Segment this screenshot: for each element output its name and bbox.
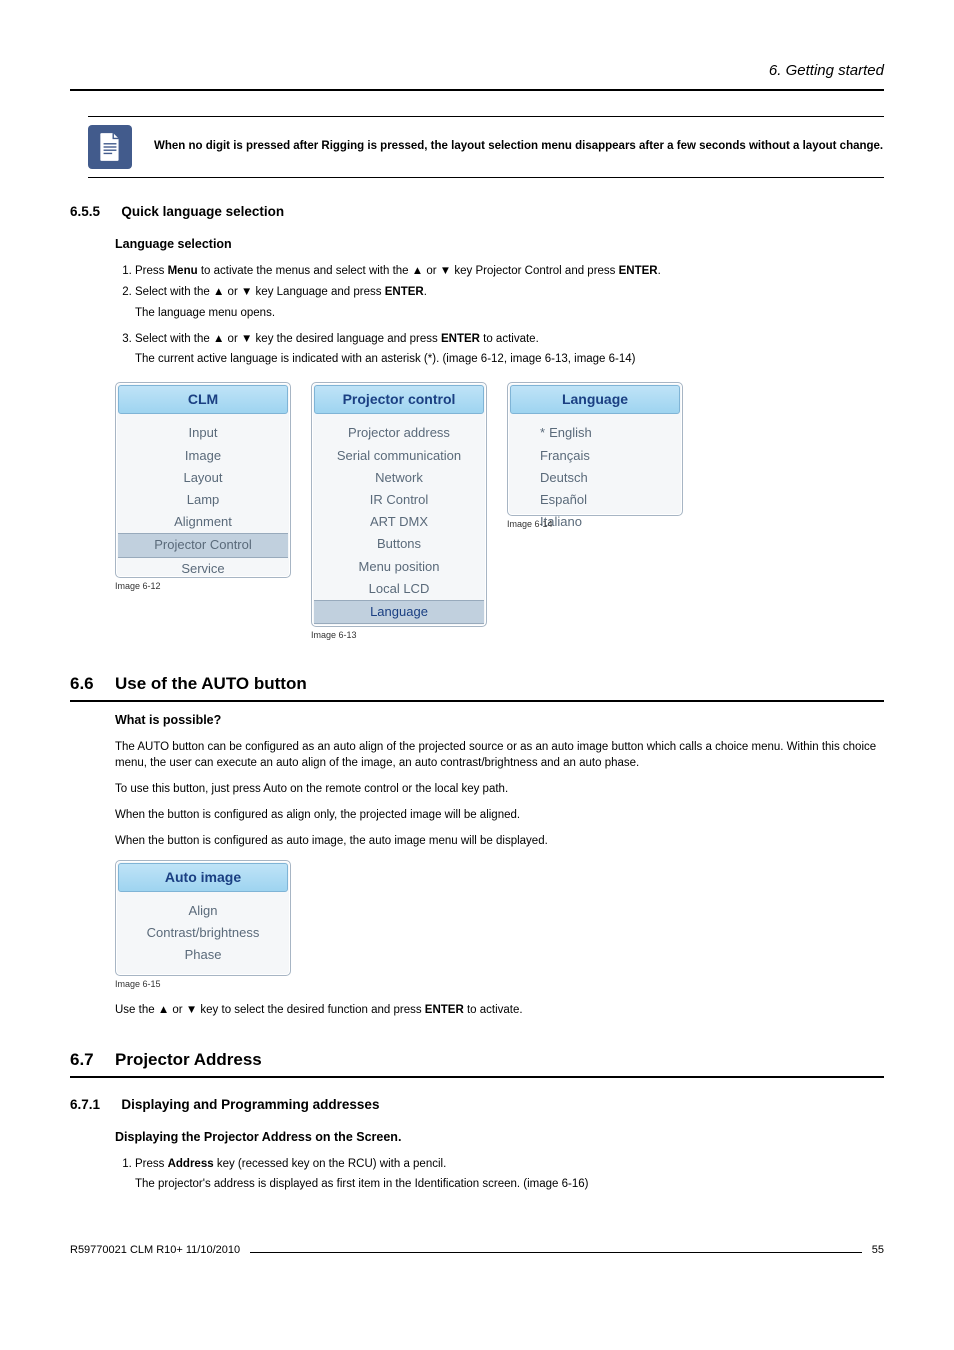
page-header: 6. Getting started xyxy=(70,60,884,81)
heading-671: 6.7.1 Displaying and Programming address… xyxy=(70,1096,884,1115)
step-3: Select with the ▲ or ▼ key the desired l… xyxy=(135,331,884,367)
menu-item: Image xyxy=(118,445,288,467)
heading-655: 6.5.5 Quick language selection xyxy=(70,203,884,222)
menu-projector-control: Projector control Projector addressSeria… xyxy=(311,382,487,627)
heading-title: Use of the AUTO button xyxy=(115,672,307,696)
menu-auto-image: Auto image AlignContrast/brightnessPhase xyxy=(115,860,291,976)
step-1: Press Menu to activate the menus and sel… xyxy=(135,263,884,279)
p3: When the button is configured as align o… xyxy=(115,807,884,823)
menu-item: Service xyxy=(118,558,288,580)
menu-item: Menu position xyxy=(314,556,484,578)
menu-item: *English xyxy=(540,422,662,444)
menu-item: Deutsch xyxy=(540,467,662,489)
step1-note: The projector's address is displayed as … xyxy=(135,1176,884,1192)
step-2: Select with the ▲ or ▼ key Language and … xyxy=(135,284,884,320)
sub-heading-what-possible: What is possible? xyxy=(115,712,884,730)
menu-item: Phase xyxy=(118,944,288,966)
caption-612: Image 6-12 xyxy=(115,580,291,593)
page-footer: R59770021 CLM R10+ 11/10/2010 55 xyxy=(70,1243,884,1258)
note-bottom-rule xyxy=(88,177,884,178)
txt: to activate. xyxy=(480,333,539,345)
menu-item: Network xyxy=(314,467,484,489)
steps-655: Press Menu to activate the menus and sel… xyxy=(115,263,884,366)
menu-item: Layout xyxy=(118,467,288,489)
txt: Select with the ▲ or ▼ key the desired l… xyxy=(135,333,441,345)
note-box: When no digit is pressed after Rigging i… xyxy=(88,116,884,178)
p1: The AUTO button can be configured as an … xyxy=(115,739,884,771)
heading-num: 6.7 xyxy=(70,1048,115,1072)
note-text: When no digit is pressed after Rigging i… xyxy=(154,139,883,155)
section-rule-67 xyxy=(70,1076,884,1078)
footer-left: R59770021 CLM R10+ 11/10/2010 xyxy=(70,1243,240,1258)
menu-item: Input xyxy=(118,422,288,444)
menu-item: Language xyxy=(314,600,484,624)
heading-num: 6.7.1 xyxy=(70,1097,100,1112)
menu-item: Español xyxy=(540,489,662,511)
menu-item: Local LCD xyxy=(314,578,484,600)
heading-num: 6.6 xyxy=(70,672,115,696)
txt: Use the ▲ or ▼ key to select the desired… xyxy=(115,1004,425,1016)
menu-item: Buttons xyxy=(314,533,484,555)
bold: ENTER xyxy=(385,286,424,298)
bold: ENTER xyxy=(619,265,658,277)
heading-66: 6.6 Use of the AUTO button xyxy=(70,672,884,696)
menu-item: IR Control xyxy=(314,489,484,511)
menu-language: Language *EnglishFrançaisDeutschEspañolI… xyxy=(507,382,683,516)
menu-title: CLM xyxy=(118,385,288,415)
caption-615: Image 6-15 xyxy=(115,978,290,991)
caption-614: Image 6-14 xyxy=(507,518,683,531)
menu-title: Language xyxy=(510,385,680,415)
heading-67: 6.7 Projector Address xyxy=(70,1048,884,1072)
screenshot-row-1: CLM InputImageLayoutLampAlignmentProject… xyxy=(115,382,884,642)
txt: Press xyxy=(135,1158,168,1170)
document-icon xyxy=(97,132,123,162)
menu-item: Contrast/brightness xyxy=(118,922,288,944)
bold: ENTER xyxy=(425,1004,464,1016)
p2: To use this button, just press Auto on t… xyxy=(115,781,884,797)
menu-item: Align xyxy=(118,900,288,922)
txt: to activate. xyxy=(464,1004,523,1016)
menu-title: Projector control xyxy=(314,385,484,415)
note-icon xyxy=(88,125,132,169)
heading-title: Quick language selection xyxy=(121,203,284,222)
page-number: 55 xyxy=(872,1243,884,1258)
txt: . xyxy=(424,286,427,298)
menu-item: Projector Control xyxy=(118,533,288,557)
txt: Select with the ▲ or ▼ key Language and … xyxy=(135,286,385,298)
steps-671: Press Address key (recessed key on the R… xyxy=(115,1156,884,1192)
txt: to activate the menus and select with th… xyxy=(198,265,619,277)
p5: Use the ▲ or ▼ key to select the desired… xyxy=(115,1002,884,1018)
menu-item: ART DMX xyxy=(314,511,484,533)
menu-title: Auto image xyxy=(118,863,288,893)
menu-item: Serial communication xyxy=(314,445,484,467)
txt: . xyxy=(658,265,661,277)
menu-clm: CLM InputImageLayoutLampAlignmentProject… xyxy=(115,382,291,578)
sub-heading-display-proj-addr: Displaying the Projector Address on the … xyxy=(115,1129,884,1147)
caption-613: Image 6-13 xyxy=(311,629,487,642)
section-rule-66 xyxy=(70,700,884,702)
heading-title: Projector Address xyxy=(115,1048,262,1072)
bold: Address xyxy=(168,1158,214,1170)
step2-note: The language menu opens. xyxy=(135,305,884,321)
header-rule xyxy=(70,89,884,91)
txt: Press xyxy=(135,265,168,277)
heading-title: Displaying and Programming addresses xyxy=(121,1096,379,1115)
step-1: Press Address key (recessed key on the R… xyxy=(135,1156,884,1192)
heading-num: 6.5.5 xyxy=(70,204,100,219)
footer-rule xyxy=(250,1252,862,1253)
sub-heading-lang-sel: Language selection xyxy=(115,236,884,254)
step3-note: The current active language is indicated… xyxy=(135,351,884,367)
menu-item: Lamp xyxy=(118,489,288,511)
txt: key (recessed key on the RCU) with a pen… xyxy=(214,1158,447,1170)
bold: ENTER xyxy=(441,333,480,345)
p4: When the button is configured as auto im… xyxy=(115,833,884,849)
menu-item: Alignment xyxy=(118,511,288,533)
menu-item: Projector address xyxy=(314,422,484,444)
menu-item: Français xyxy=(540,445,662,467)
bold: Menu xyxy=(168,265,198,277)
